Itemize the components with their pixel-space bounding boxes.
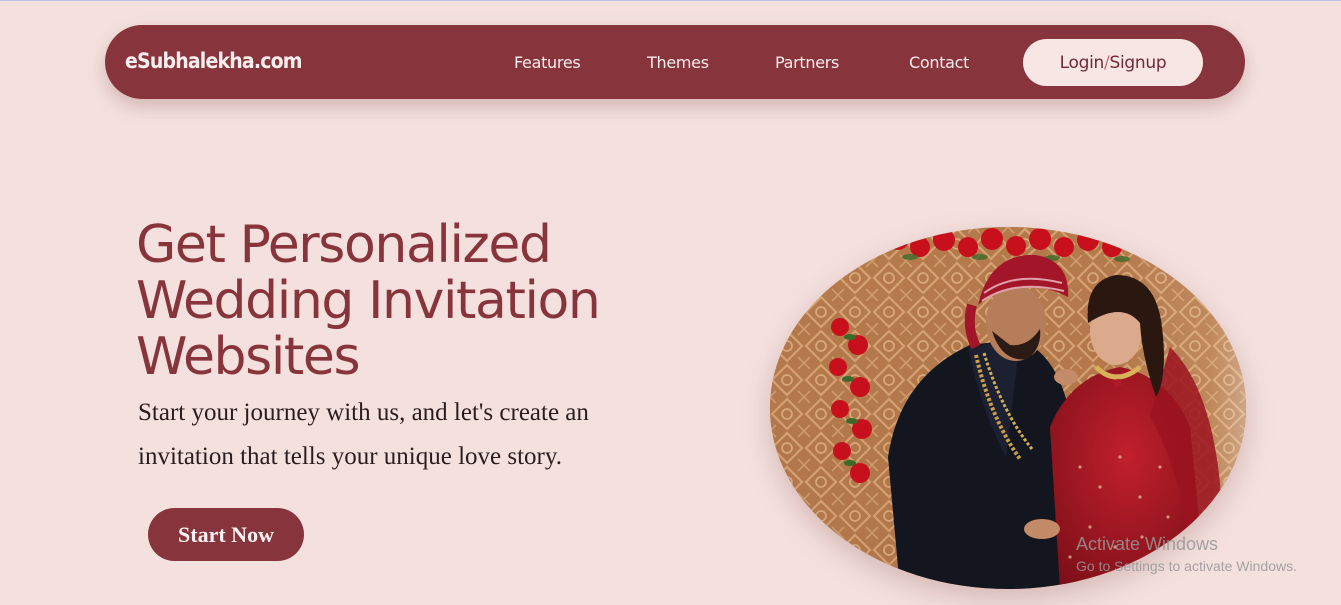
nav-link-themes[interactable]: Themes — [647, 53, 709, 72]
hero-title-line-3: Websites — [136, 327, 361, 387]
signup-label: Signup — [1109, 52, 1167, 73]
brand-logo[interactable]: eSubhalekha.com — [125, 49, 303, 73]
hero-title: Get Personalized Wedding Invitation Webs… — [136, 217, 656, 385]
start-now-button[interactable]: Start Now — [148, 508, 304, 561]
hero-subtitle: Start your journey with us, and let's cr… — [138, 399, 589, 470]
nav-link-contact[interactable]: Contact — [909, 53, 969, 72]
login-label: Login — [1059, 52, 1105, 73]
hero-title-line-1: Get Personalized — [136, 215, 552, 275]
watermark-title: Activate Windows — [1076, 534, 1219, 554]
top-navbar: eSubhalekha.com Features Themes Partners… — [105, 25, 1245, 99]
nav-link-partners[interactable]: Partners — [775, 53, 839, 72]
nav-link-features[interactable]: Features — [514, 53, 581, 72]
watermark-subtitle: Go to Settings to activate Windows. — [1076, 558, 1297, 574]
activate-windows-watermark: Activate Windows Go to Settings to activ… — [1076, 534, 1297, 576]
hero-title-line-2: Wedding Invitation — [136, 271, 601, 331]
login-signup-button[interactable]: Login / Signup — [1023, 39, 1203, 86]
